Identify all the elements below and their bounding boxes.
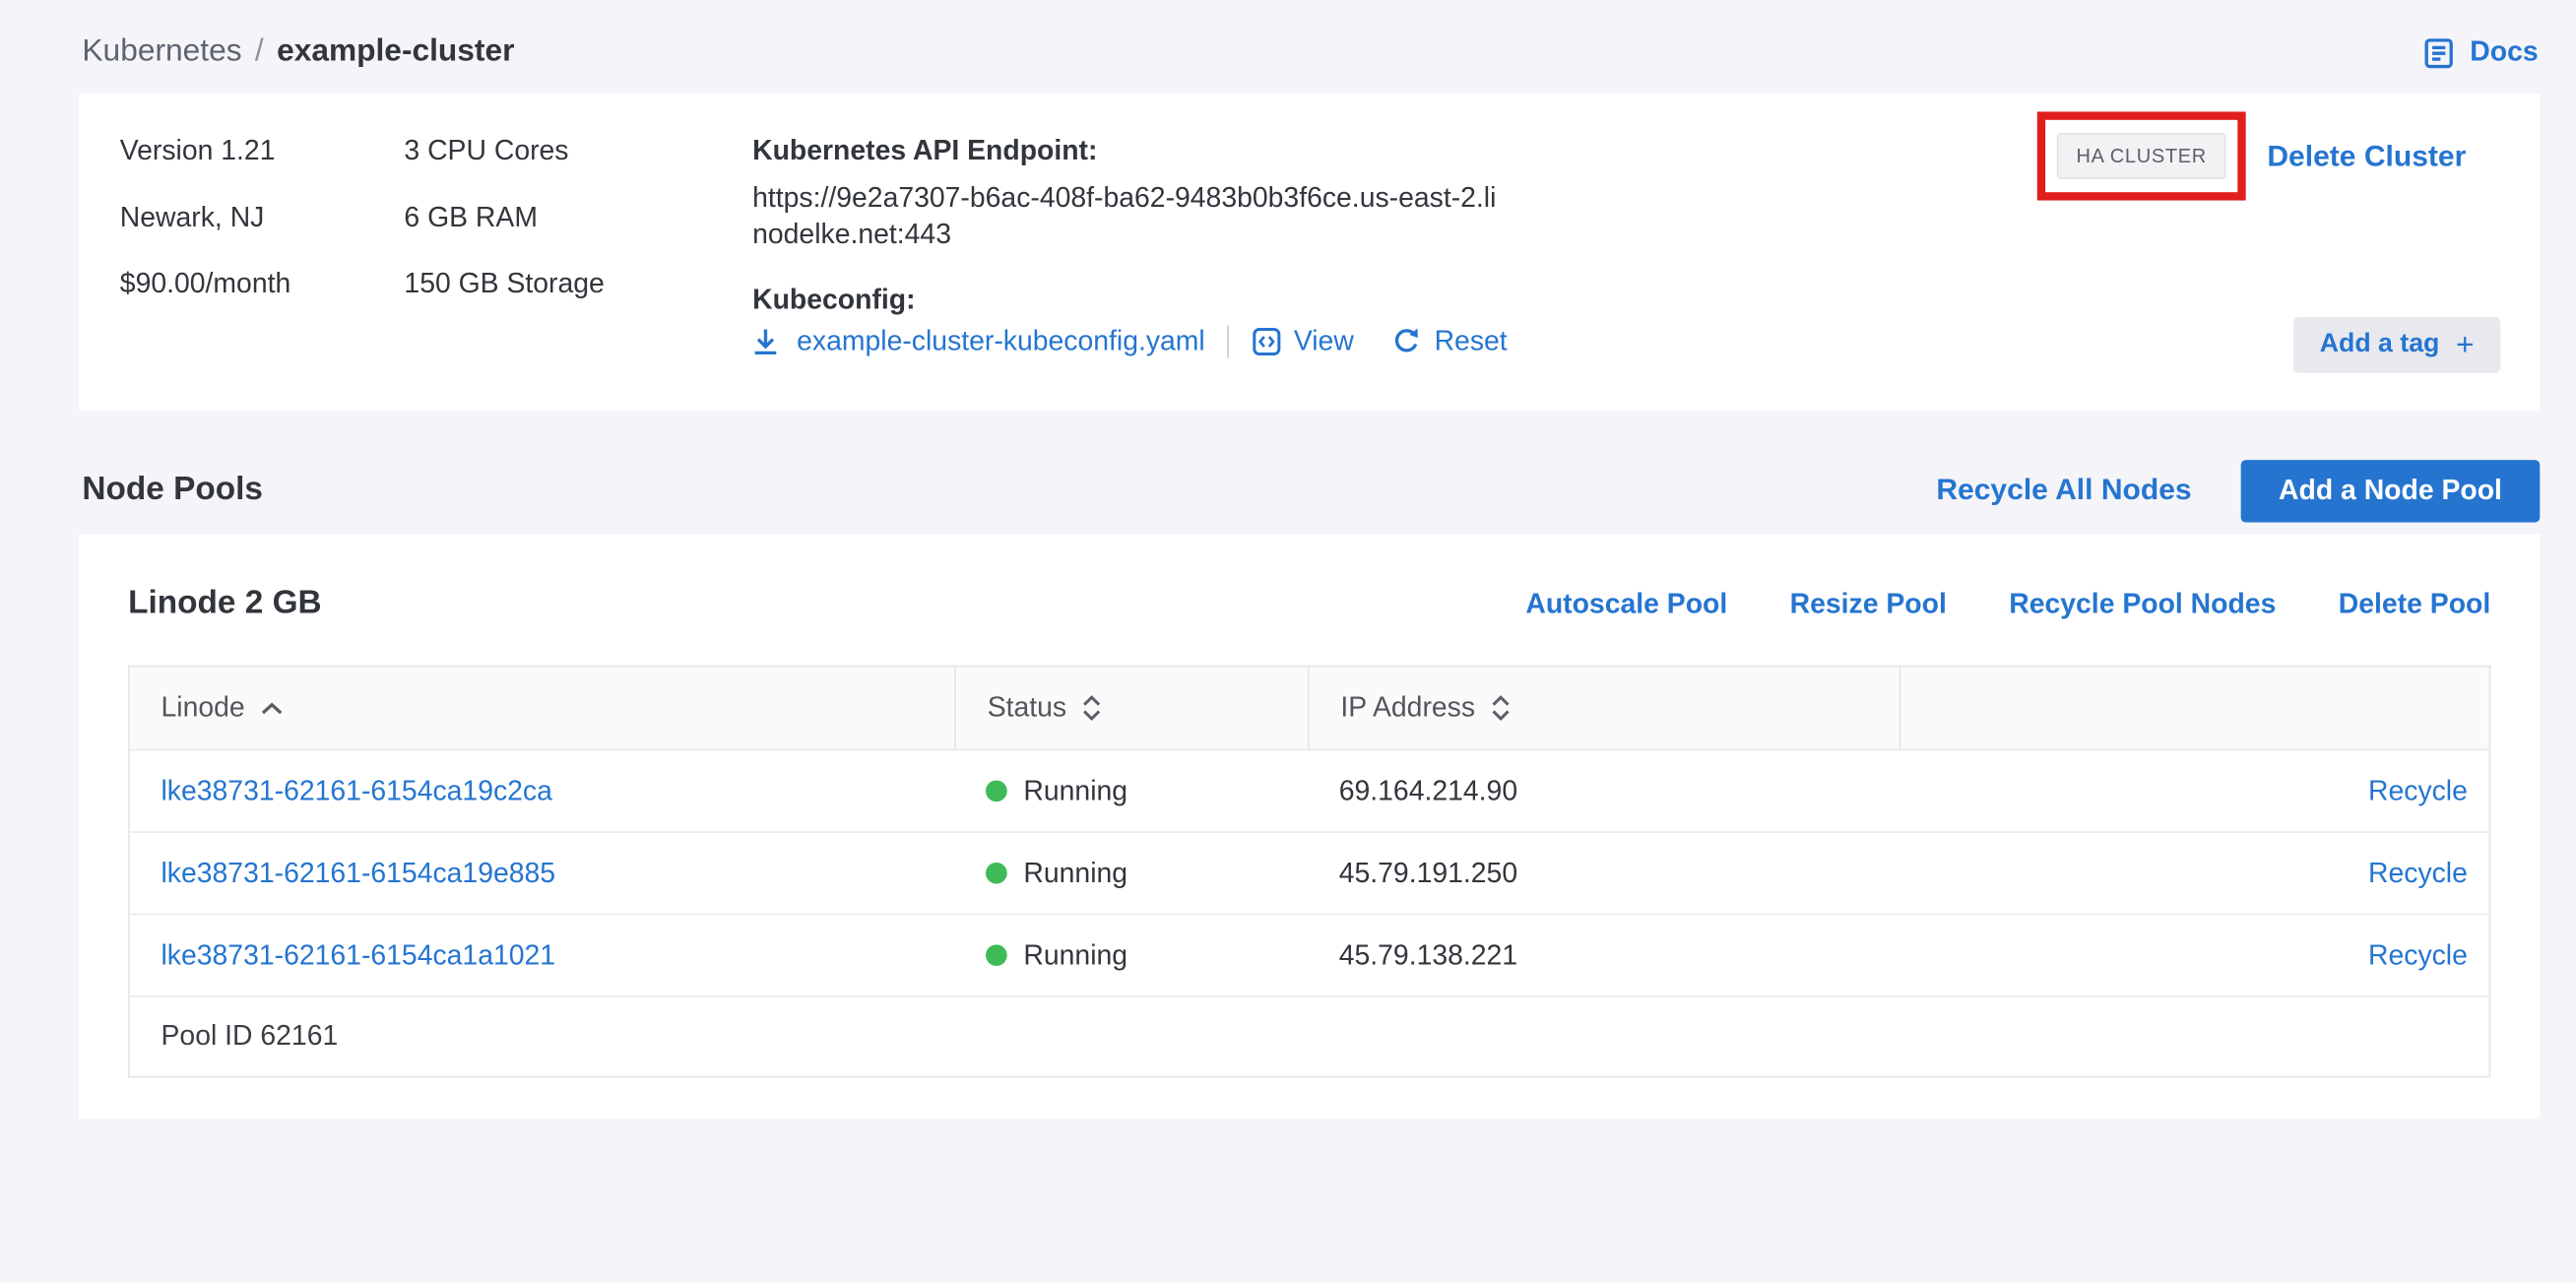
node-link[interactable]: lke38731-62161-6154ca19c2ca — [161, 775, 552, 807]
breadcrumb-kubernetes[interactable]: Kubernetes — [82, 34, 241, 71]
status-running-dot — [986, 780, 1007, 802]
kubernetes-cluster-page: Kubernetes / example-cluster Docs Versio… — [0, 0, 2576, 1283]
cluster-storage: 150 GB Storage — [404, 251, 604, 318]
node-status-cell: Running — [954, 915, 1308, 995]
node-ip: 45.79.138.221 — [1308, 915, 1900, 995]
status-label: Running — [1023, 938, 1127, 971]
recycle-node-button[interactable]: Recycle — [2368, 857, 2468, 889]
cluster-region: Newark, NJ — [120, 185, 290, 252]
cluster-cpu: 3 CPU Cores — [404, 118, 604, 185]
cluster-summary-card: Version 1.21 Newark, NJ $90.00/month 3 C… — [79, 94, 2540, 411]
cluster-specs-column-2: 3 CPU Cores 6 GB RAM 150 GB Storage — [404, 118, 604, 318]
table-row: lke38731-62161-6154ca1a1021 Running 45.7… — [130, 914, 2489, 995]
recycle-pool-nodes-button[interactable]: Recycle Pool Nodes — [2009, 587, 2276, 619]
pool-name: Linode 2 GB — [128, 585, 1463, 622]
api-endpoint-url: https://9e2a7307-b6ac-408f-ba62-9483b0b3… — [752, 181, 1512, 252]
cluster-version: Version 1.21 — [120, 118, 290, 185]
docs-icon — [2422, 35, 2457, 70]
pool-id-label: Pool ID 62161 — [161, 1020, 339, 1053]
autoscale-pool-button[interactable]: Autoscale Pool — [1525, 587, 1727, 619]
nodes-table: Linode Status IP Address — [128, 666, 2490, 1078]
kubeconfig-label: Kubeconfig: — [752, 285, 915, 317]
cluster-specs-column-1: Version 1.21 Newark, NJ $90.00/month — [120, 118, 290, 318]
kubeconfig-download-link[interactable]: example-cluster-kubeconfig.yaml — [797, 325, 1205, 357]
recycle-node-button[interactable]: Recycle — [2368, 775, 2468, 807]
column-label-linode: Linode — [161, 691, 245, 724]
add-tag-button[interactable]: Add a tag + — [2293, 317, 2500, 373]
status-label: Running — [1023, 857, 1127, 889]
kubeconfig-reset-link[interactable]: Reset — [1435, 325, 1508, 357]
node-status-cell: Running — [954, 833, 1308, 914]
node-ip: 69.164.214.90 — [1308, 750, 1900, 831]
delete-cluster-button[interactable]: Delete Cluster — [2267, 140, 2466, 174]
node-link[interactable]: lke38731-62161-6154ca1a1021 — [161, 938, 556, 971]
node-ip: 45.79.191.250 — [1308, 833, 1900, 914]
breadcrumb-cluster-name: example-cluster — [277, 34, 514, 71]
view-code-icon — [1250, 325, 1282, 357]
column-header-actions — [1900, 667, 2489, 748]
add-node-pool-button[interactable]: Add a Node Pool — [2241, 459, 2541, 521]
table-row: lke38731-62161-6154ca19c2ca Running 69.1… — [130, 749, 2489, 831]
recycle-all-nodes-button[interactable]: Recycle All Nodes — [1936, 473, 2191, 507]
recycle-node-button[interactable]: Recycle — [2368, 938, 2468, 971]
resize-pool-button[interactable]: Resize Pool — [1790, 587, 1947, 619]
column-label-status: Status — [988, 691, 1066, 724]
download-icon[interactable] — [749, 325, 782, 357]
node-status-cell: Running — [954, 750, 1308, 831]
kubeconfig-row: example-cluster-kubeconfig.yaml View Res… — [749, 325, 1508, 357]
status-running-dot — [986, 863, 1007, 884]
cluster-price: $90.00/month — [120, 251, 290, 318]
column-header-linode[interactable]: Linode — [130, 667, 955, 748]
delete-pool-button[interactable]: Delete Pool — [2339, 587, 2490, 619]
docs-link[interactable]: Docs — [2422, 35, 2539, 70]
add-tag-label: Add a tag — [2320, 330, 2440, 359]
column-header-status[interactable]: Status — [954, 667, 1308, 748]
api-endpoint-label: Kubernetes API Endpoint: — [752, 135, 1524, 167]
column-header-ip-address[interactable]: IP Address — [1308, 667, 1900, 748]
table-header: Linode Status IP Address — [130, 667, 2489, 748]
pool-header: Linode 2 GB Autoscale Pool Resize Pool R… — [128, 585, 2490, 622]
api-endpoint-block: Kubernetes API Endpoint: https://9e2a730… — [752, 135, 1524, 251]
docs-label: Docs — [2470, 36, 2538, 69]
kubeconfig-view-link[interactable]: View — [1294, 325, 1354, 357]
breadcrumb: Kubernetes / example-cluster — [82, 34, 514, 71]
node-link[interactable]: lke38731-62161-6154ca19e885 — [161, 857, 556, 889]
plus-icon: + — [2456, 330, 2475, 361]
status-running-dot — [986, 944, 1007, 966]
status-label: Running — [1023, 775, 1127, 807]
node-pools-header: Node Pools Recycle All Nodes Add a Node … — [82, 458, 2540, 522]
ha-cluster-chip: HA CLUSTER — [2056, 133, 2225, 179]
pool-id-footer: Pool ID 62161 — [130, 995, 2489, 1076]
node-pools-title: Node Pools — [82, 472, 1936, 509]
node-pool-card: Linode 2 GB Autoscale Pool Resize Pool R… — [79, 534, 2540, 1119]
sort-both-icon — [1490, 693, 1512, 723]
sort-ascending-icon — [260, 701, 285, 716]
table-row: lke38731-62161-6154ca19e885 Running 45.7… — [130, 831, 2489, 913]
breadcrumb-separator: / — [255, 34, 264, 71]
sort-both-icon — [1081, 693, 1103, 723]
annotation-highlight-box: HA CLUSTER — [2037, 111, 2246, 200]
reset-icon — [1390, 325, 1423, 357]
top-bar: Kubernetes / example-cluster Docs — [0, 0, 2576, 86]
column-label-ip-address: IP Address — [1340, 691, 1475, 724]
cluster-ram: 6 GB RAM — [404, 185, 604, 252]
divider — [1226, 325, 1228, 357]
